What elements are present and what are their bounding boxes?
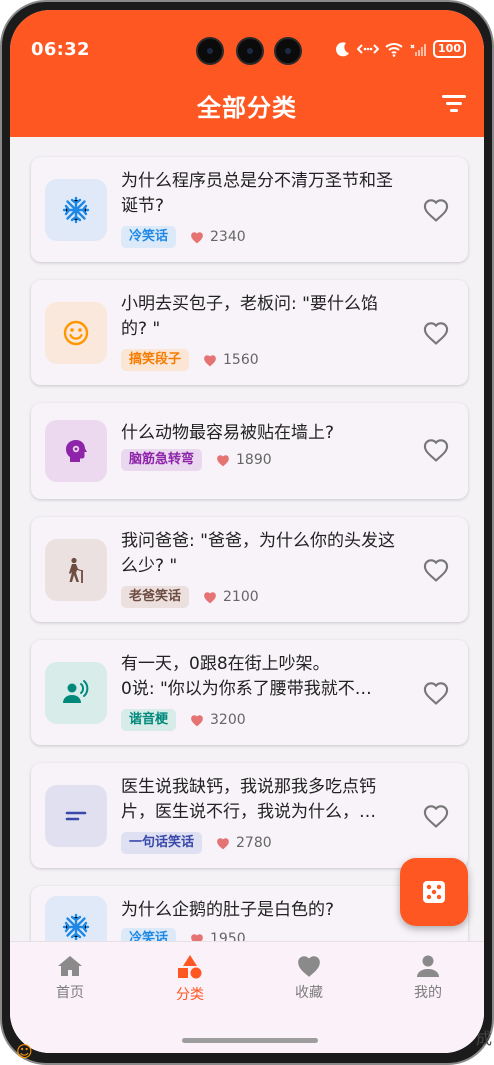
category-tag[interactable]: 老爸笑话 [121,586,190,608]
edge-text: 成 [475,1029,492,1048]
filter-button[interactable] [442,92,468,114]
joke-text: 为什么企鹅的肚子是白色的? [121,900,335,920]
joke-text: 医生说我缺钙，我说那我多吃点钙片，医生说不行，我说为什么，… [121,777,376,822]
joke-card[interactable]: 小明去买包子，老板问: "要什么馅的? " 搞笑段子 1560 [31,280,468,385]
signal-icon [410,43,427,56]
moon-icon [336,42,350,57]
category-icon-box [45,302,107,364]
nav-item-category[interactable]: 分类 [150,954,230,1004]
category-tag[interactable]: 冷笑话 [121,226,177,248]
nav-label: 收藏 [295,985,323,1001]
wifi-icon [385,42,403,57]
heart-icon [298,956,320,977]
nav-label: 我的 [414,985,442,1001]
home-icon [58,956,82,976]
battery-level: 100 [433,40,466,58]
joke-meta: 脑筋急转弯 1890 [121,449,272,471]
like-count: 2780 [216,835,272,851]
joke-meta: 老爸笑话 2100 [121,586,259,608]
favorite-heart-icon[interactable] [422,197,450,223]
nav-item-home[interactable]: 首页 [30,954,110,1002]
joke-card[interactable]: 医生说我缺钙，我说那我多吃点钙片，医生说不行，我说为什么，… 一句话笑话 278… [31,763,468,868]
joke-text: 什么动物最容易被贴在墙上? [121,423,335,443]
category-tag[interactable]: 脑筋急转弯 [121,449,203,471]
like-count: 1890 [216,452,272,468]
category-tag[interactable]: 一句话笑话 [121,832,203,854]
like-count: 1560 [203,352,259,368]
status-bar: 06:32 100 [10,10,484,90]
category-icon-box [45,662,107,724]
bluetooth-dots-icon [357,44,380,54]
phone-frame: 06:32 100 全部分类 为什么程序员总是分不清万圣节和圣诞节? 冷笑话 2… [0,0,494,1065]
snowflake-icon [62,196,90,224]
joke-meta: 一句话笑话 2780 [121,832,272,854]
joke-text: 为什么程序员总是分不清万圣节和圣诞节? [121,171,393,216]
joke-text: 小明去买包子，老板问: "要什么馅的? " [121,294,378,339]
random-joke-fab[interactable] [400,858,468,926]
joke-text: 有一天，0跟8在街上吵架。 0说: "你以为你系了腰带我就不… [121,654,372,699]
favorite-heart-icon[interactable] [422,803,450,829]
filter-icon [442,95,466,98]
nav-item-favorites[interactable]: 收藏 [269,954,349,1002]
favorite-heart-icon[interactable] [422,557,450,583]
smile-icon [63,320,89,346]
category-icon-box [45,420,107,482]
nav-item-profile[interactable]: 我的 [388,954,468,1002]
joke-card[interactable]: 为什么程序员总是分不清万圣节和圣诞节? 冷笑话 2340 [31,157,468,262]
short-text-icon [65,811,87,821]
voice-icon [63,680,89,703]
home-indicator[interactable] [182,1038,318,1043]
heart-icon [191,231,203,243]
bottom-nav: 首页 分类 收藏 我的 [10,941,484,1053]
dice-icon [423,881,445,903]
category-tag[interactable]: 搞笑段子 [121,349,190,371]
nav-label: 分类 [176,987,204,1003]
camera-lens [236,37,264,65]
joke-card[interactable]: 有一天，0跟8在街上吵架。 0说: "你以为你系了腰带我就不… 谐音梗 3200 [31,640,468,745]
joke-card[interactable]: 什么动物最容易被贴在墙上? 脑筋急转弯 1890 [31,403,468,499]
heart-icon [191,714,203,726]
page-title: 全部分类 [197,94,297,122]
heart-icon [217,837,229,849]
category-icon [178,955,202,979]
joke-meta: 谐音梗 3200 [121,709,246,731]
app-screen: 06:32 100 全部分类 为什么程序员总是分不清万圣节和圣诞节? 冷笑话 2… [10,10,484,1053]
joke-card[interactable]: 我问爸爸: "爸爸，为什么你的头发这么少? " 老爸笑话 2100 [31,517,468,622]
like-count-value: 1890 [236,452,272,468]
camera-lens [274,37,302,65]
category-tag[interactable]: 谐音梗 [121,709,177,731]
like-count-value: 2780 [236,835,272,851]
joke-meta: 搞笑段子 1560 [121,349,259,371]
like-count: 2340 [190,229,246,245]
like-count: 2100 [203,589,259,605]
joke-meta: 冷笑话 2340 [121,226,246,248]
category-icon-box [45,539,107,601]
favorite-heart-icon[interactable] [422,437,450,463]
status-time: 06:32 [31,39,90,60]
like-count-value: 2100 [223,589,259,605]
like-count-value: 3200 [210,712,246,728]
like-count: 3200 [190,712,246,728]
heart-icon [204,354,216,366]
status-icons: 100 [335,40,466,58]
favorite-heart-icon[interactable] [422,680,450,706]
app-header: 06:32 100 全部分类 [10,10,484,137]
brain-icon [66,440,87,462]
heart-icon [204,591,216,603]
snowflake-icon [62,913,90,941]
person-icon [417,955,439,977]
peek-smile-icon: ☺ [16,1042,33,1061]
elder-icon [69,557,83,583]
joke-text: 我问爸爸: "爸爸，为什么你的头发这么少? " [121,531,395,576]
category-icon-box [45,179,107,241]
like-count-value: 2340 [210,229,246,245]
heart-icon [217,454,229,466]
like-count-value: 1560 [223,352,259,368]
favorite-heart-icon[interactable] [422,320,450,346]
category-icon-box [45,785,107,847]
camera-lens [196,37,224,65]
nav-label: 首页 [56,985,84,1001]
